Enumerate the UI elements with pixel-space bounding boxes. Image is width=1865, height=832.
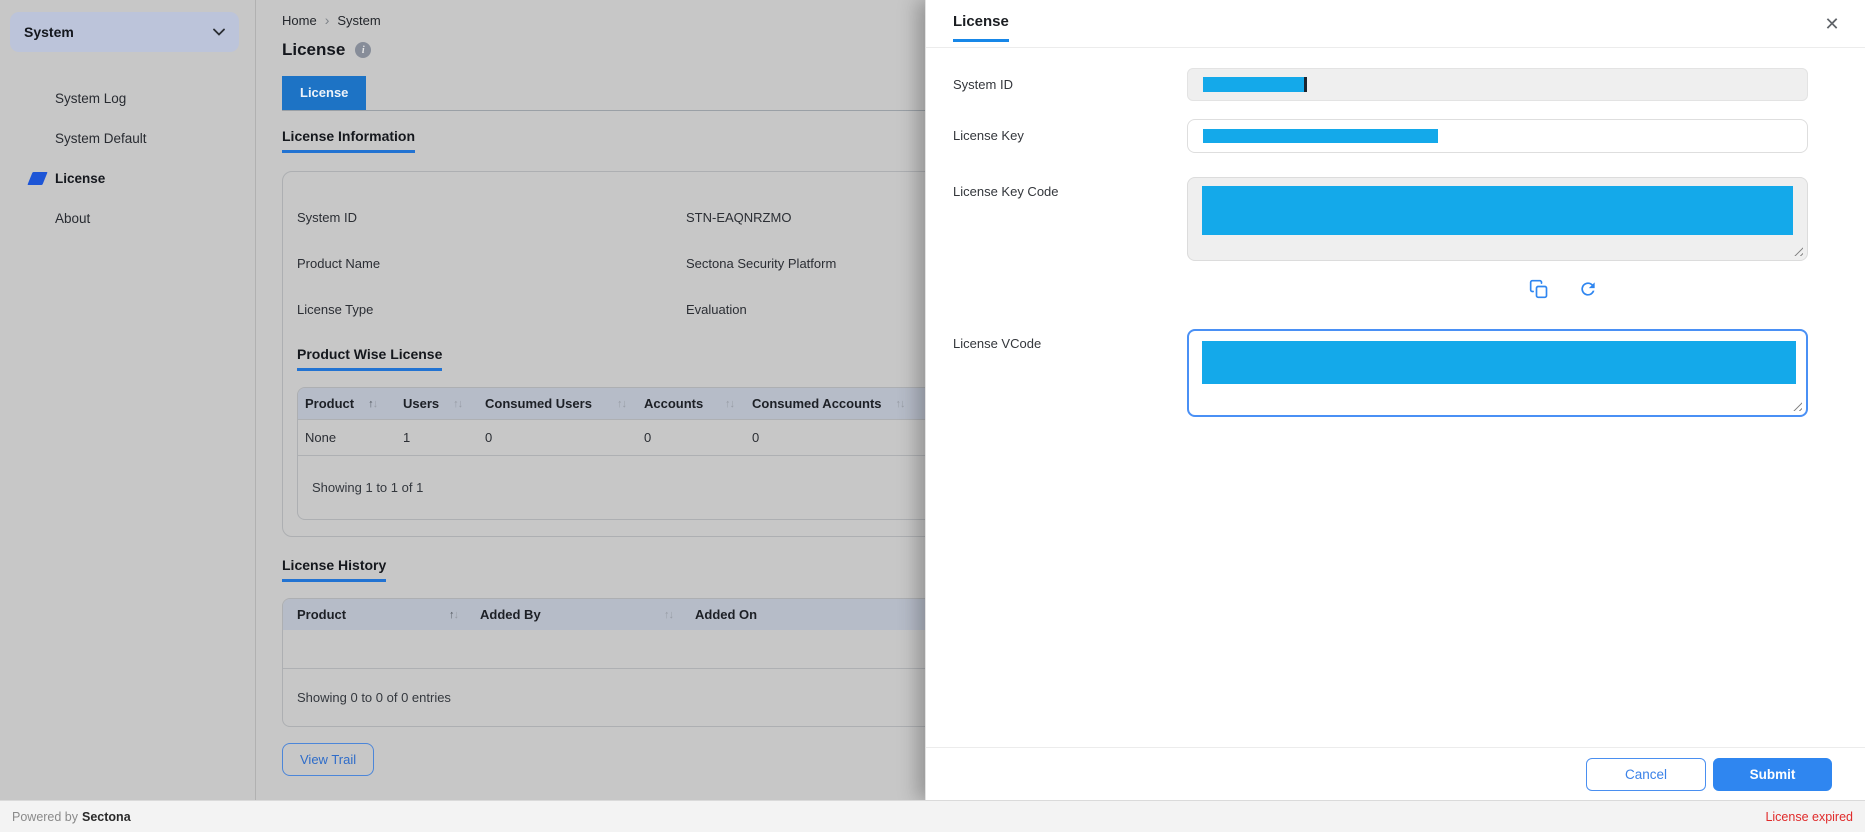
field-value: Sectona Security Platform bbox=[686, 256, 836, 271]
cell-accounts: 0 bbox=[644, 430, 752, 445]
column-label: Users bbox=[403, 396, 439, 411]
field-label: System ID bbox=[297, 210, 686, 225]
license-vcode-textarea[interactable] bbox=[1187, 329, 1808, 417]
sidebar-items: System Log System Default License About bbox=[0, 52, 255, 238]
breadcrumb-separator-icon: › bbox=[325, 12, 330, 28]
sort-icon[interactable]: ↑↓ bbox=[617, 398, 626, 410]
sidebar-item-system-default[interactable]: System Default bbox=[0, 118, 255, 158]
drawer-title: License bbox=[953, 13, 1009, 42]
redacted-license-vcode-value bbox=[1202, 341, 1796, 384]
drawer-body: System ID License Key License Key Code bbox=[926, 68, 1865, 417]
column-label: Consumed Accounts bbox=[752, 396, 882, 411]
sidebar-module-label: System bbox=[24, 24, 74, 40]
column-header-product[interactable]: Product ↑↓ bbox=[297, 607, 480, 622]
view-trail-button[interactable]: View Trail bbox=[282, 743, 374, 776]
license-expired-status: License expired bbox=[1765, 810, 1853, 824]
refresh-icon[interactable] bbox=[1577, 278, 1599, 300]
license-key-input[interactable] bbox=[1187, 119, 1808, 153]
system-id-input bbox=[1187, 68, 1808, 101]
close-icon[interactable]: ✕ bbox=[1820, 12, 1844, 36]
drawer-field-license-vcode: License VCode bbox=[926, 329, 1865, 417]
drawer-field-license-key: License Key bbox=[926, 119, 1865, 153]
column-label: Accounts bbox=[644, 396, 703, 411]
redacted-license-key-value bbox=[1203, 129, 1438, 143]
column-header-accounts[interactable]: Accounts ↑↓ bbox=[644, 396, 752, 411]
sidebar-item-about[interactable]: About bbox=[0, 198, 255, 238]
field-label: License Key Code bbox=[953, 177, 1187, 261]
sidebar-item-label: About bbox=[55, 211, 90, 226]
sidebar-item-license[interactable]: License bbox=[0, 158, 255, 198]
field-label: License Key bbox=[953, 119, 1187, 153]
breadcrumb-system[interactable]: System bbox=[337, 13, 380, 28]
drawer-header: License ✕ bbox=[926, 0, 1865, 48]
info-icon[interactable]: i bbox=[355, 42, 371, 58]
license-drawer: License ✕ System ID License Key License … bbox=[925, 0, 1865, 800]
resize-handle[interactable] bbox=[1792, 401, 1802, 411]
cell-product: None bbox=[305, 430, 403, 445]
redacted-license-key-code-value bbox=[1202, 186, 1793, 235]
cancel-button[interactable]: Cancel bbox=[1586, 758, 1706, 791]
sort-icon[interactable]: ↑↓ bbox=[368, 398, 377, 410]
app-footer: Powered by Sectona License expired bbox=[0, 800, 1865, 832]
column-label: Product bbox=[297, 607, 346, 622]
brand-name: Sectona bbox=[82, 810, 131, 824]
drawer-field-license-key-code: License Key Code bbox=[926, 177, 1865, 261]
column-header-consumed-users[interactable]: Consumed Users ↑↓ bbox=[485, 396, 644, 411]
cell-users: 1 bbox=[403, 430, 485, 445]
column-header-added-by[interactable]: Added By ↑↓ bbox=[480, 607, 695, 622]
sidebar-item-label: System Default bbox=[55, 131, 147, 146]
sidebar: System System Log System Default License… bbox=[0, 0, 256, 800]
drawer-footer: Cancel Submit bbox=[926, 747, 1865, 800]
resize-handle[interactable] bbox=[1793, 246, 1803, 256]
sort-icon[interactable]: ↑↓ bbox=[664, 609, 673, 621]
powered-by: Powered by Sectona bbox=[12, 810, 131, 824]
tab-license[interactable]: License bbox=[282, 76, 366, 110]
field-value: STN-EAQNRZMO bbox=[686, 210, 791, 225]
submit-button[interactable]: Submit bbox=[1713, 758, 1832, 791]
sidebar-item-label: System Log bbox=[55, 91, 126, 106]
field-value: Evaluation bbox=[686, 302, 747, 317]
cell-consumed-users: 0 bbox=[485, 430, 644, 445]
license-key-code-textarea bbox=[1187, 177, 1808, 261]
sidebar-item-label: License bbox=[55, 171, 105, 186]
column-header-product[interactable]: Product ↑↓ bbox=[305, 396, 403, 411]
key-code-actions bbox=[953, 278, 1601, 300]
field-label: System ID bbox=[953, 68, 1187, 101]
field-label: License VCode bbox=[953, 329, 1187, 417]
sort-icon[interactable]: ↑↓ bbox=[896, 398, 905, 410]
column-header-users[interactable]: Users ↑↓ bbox=[403, 396, 485, 411]
column-label: Added On bbox=[695, 607, 757, 622]
powered-by-text: Powered by bbox=[12, 810, 78, 824]
column-label: Consumed Users bbox=[485, 396, 592, 411]
sidebar-module-selector[interactable]: System bbox=[10, 12, 239, 52]
drawer-field-system-id: System ID bbox=[926, 68, 1865, 101]
sort-icon[interactable]: ↑↓ bbox=[449, 609, 458, 621]
field-label: Product Name bbox=[297, 256, 686, 271]
copy-icon[interactable] bbox=[1528, 278, 1550, 300]
sort-icon[interactable]: ↑↓ bbox=[725, 398, 734, 410]
breadcrumb-home[interactable]: Home bbox=[282, 13, 317, 28]
column-label: Product bbox=[305, 396, 354, 411]
license-active-icon bbox=[27, 172, 47, 185]
chevron-down-icon bbox=[213, 28, 225, 36]
page-title: License bbox=[282, 40, 345, 60]
redacted-system-id-value bbox=[1203, 77, 1307, 92]
field-label: License Type bbox=[297, 302, 686, 317]
column-label: Added By bbox=[480, 607, 541, 622]
sidebar-item-system-log[interactable]: System Log bbox=[0, 78, 255, 118]
sort-icon[interactable]: ↑↓ bbox=[453, 398, 462, 410]
